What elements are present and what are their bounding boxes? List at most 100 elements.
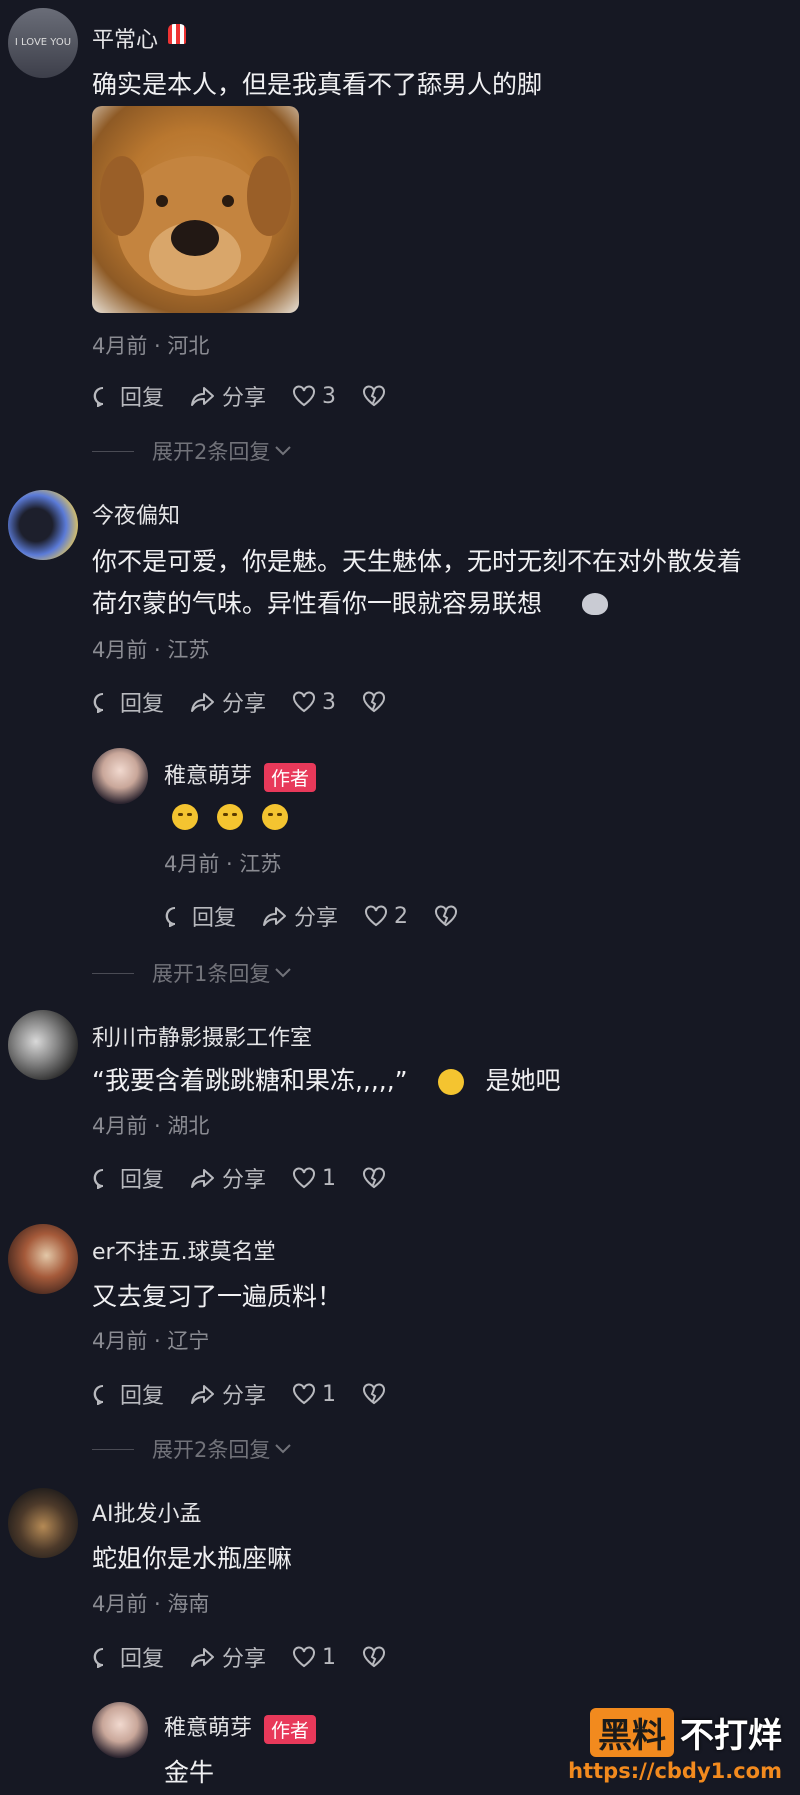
crying-emoji	[262, 804, 289, 830]
comment-actions: 回复 分享 2	[164, 900, 490, 932]
reply-text: 金牛	[164, 1758, 215, 1787]
share-button[interactable]: 分享	[262, 900, 338, 932]
reply-button[interactable]: 回复	[92, 686, 164, 718]
dog-sticker-image[interactable]	[92, 106, 299, 313]
share-label: 分享	[222, 1647, 267, 1672]
like-count: 3	[322, 689, 337, 715]
divider	[92, 972, 134, 974]
heart-icon	[293, 691, 316, 713]
comment-text-line1: 你不是可爱，你是魅。天生魅体，无时无刻不在对外散发着	[92, 547, 743, 576]
reply-button[interactable]: 回复	[164, 900, 236, 932]
comment-text: 又去复习了一遍质料！	[92, 1282, 343, 1311]
share-label: 分享	[222, 386, 267, 411]
reply-button[interactable]: 回复	[92, 380, 164, 412]
comment-actions: 回复 分享 1	[92, 1641, 418, 1673]
username[interactable]: 利川市静影摄影工作室	[92, 1020, 312, 1052]
like-button[interactable]: 3	[292, 690, 336, 715]
dislike-button[interactable]	[362, 1167, 392, 1189]
dislike-button[interactable]	[362, 385, 392, 407]
like-button[interactable]: 1	[292, 1166, 336, 1191]
comment-actions: 回复 分享 3	[92, 380, 418, 412]
popcorn-emoji	[168, 24, 186, 44]
like-count: 2	[394, 903, 409, 929]
expand-replies[interactable]: 展开1条回复	[92, 958, 292, 988]
avatar[interactable]	[92, 1702, 148, 1758]
cat-emoji	[582, 593, 608, 615]
dislike-button[interactable]	[434, 905, 464, 927]
share-label: 分享	[294, 906, 339, 931]
like-button[interactable]: 1	[292, 1382, 336, 1407]
reply-text	[172, 804, 302, 830]
reply-label: 回复	[120, 1647, 165, 1672]
share-button[interactable]: 分享	[190, 1162, 266, 1194]
username[interactable]: 今夜偏知	[92, 498, 180, 530]
share-button[interactable]: 分享	[190, 686, 266, 718]
avatar[interactable]	[8, 1224, 78, 1294]
dislike-button[interactable]	[362, 1646, 392, 1668]
comment-actions: 回复 分享 1	[92, 1378, 418, 1410]
comment-actions: 回复 分享 1	[92, 1162, 418, 1194]
avatar[interactable]	[8, 490, 78, 560]
crying-emoji	[217, 804, 244, 830]
broken-heart-icon	[363, 1167, 386, 1189]
comment-text-suffix: 是她吧	[485, 1066, 561, 1095]
reply-button[interactable]: 回复	[92, 1378, 164, 1410]
chevron-down-icon	[275, 968, 292, 978]
crying-emoji	[172, 804, 198, 830]
comment-meta: 4月前 · 湖北	[92, 1114, 210, 1138]
share-button[interactable]: 分享	[190, 1641, 266, 1673]
avatar-text: I LOVE YOU	[14, 37, 72, 48]
reply-label: 回复	[120, 692, 165, 717]
comment-meta: 4月前 · 辽宁	[92, 1329, 210, 1353]
comment-meta: 4月前 · 河北	[92, 334, 210, 358]
chevron-down-icon	[275, 1444, 292, 1454]
divider	[92, 450, 134, 452]
like-count: 1	[322, 1644, 337, 1670]
username-text: 稚意萌芽	[164, 764, 253, 789]
username[interactable]: 稚意萌芽 作者	[164, 758, 317, 792]
heart-icon	[365, 905, 388, 927]
expand-replies[interactable]: 展开2条回复	[92, 1434, 292, 1464]
broken-heart-icon	[363, 1383, 386, 1405]
like-count: 1	[322, 1165, 337, 1191]
expand-label: 展开1条回复	[152, 962, 271, 986]
share-label: 分享	[222, 692, 267, 717]
like-button[interactable]: 3	[292, 384, 336, 409]
username-text: 稚意萌芽	[164, 1716, 253, 1741]
dislike-button[interactable]	[362, 1383, 392, 1405]
comment-actions: 回复 分享 3	[92, 686, 418, 718]
expand-label: 展开2条回复	[152, 440, 271, 464]
avatar[interactable]	[8, 1010, 78, 1080]
broken-heart-icon	[435, 905, 458, 927]
reply-button[interactable]: 回复	[92, 1162, 164, 1194]
comment-meta: 4月前 · 江苏	[164, 852, 282, 876]
reply-icon	[165, 907, 176, 927]
share-button[interactable]: 分享	[190, 380, 266, 412]
like-button[interactable]: 2	[364, 904, 408, 929]
username[interactable]: 平常心	[92, 22, 158, 54]
divider	[92, 1448, 134, 1450]
avatar[interactable]	[92, 748, 148, 804]
comment-meta: 4月前 · 江苏	[92, 638, 210, 662]
avatar[interactable]: I LOVE YOU	[8, 8, 78, 78]
share-button[interactable]: 分享	[190, 1378, 266, 1410]
comment-text: “我要含着跳跳糖和果冻,,,,,” 是她吧	[92, 1060, 561, 1102]
reply-button[interactable]: 回复	[92, 1641, 164, 1673]
broken-heart-icon	[363, 1646, 386, 1668]
dislike-button[interactable]	[362, 691, 392, 713]
like-count: 1	[322, 1381, 337, 1407]
reply-icon	[93, 1169, 104, 1189]
heart-icon	[293, 1167, 316, 1189]
reply-label: 回复	[120, 1384, 165, 1409]
expand-replies[interactable]: 展开2条回复	[92, 436, 292, 466]
username[interactable]: AI批发小孟	[92, 1496, 202, 1528]
like-count: 3	[322, 383, 337, 409]
username[interactable]: er不挂五.球莫名堂	[92, 1234, 276, 1266]
reply-label: 回复	[120, 386, 165, 411]
like-button[interactable]: 1	[292, 1645, 336, 1670]
username[interactable]: 稚意萌芽 作者	[164, 1710, 317, 1744]
share-icon	[191, 1169, 215, 1188]
avatar[interactable]	[8, 1488, 78, 1558]
share-icon	[191, 387, 215, 406]
comment-text: 蛇姐你是水瓶座嘛	[92, 1544, 293, 1573]
